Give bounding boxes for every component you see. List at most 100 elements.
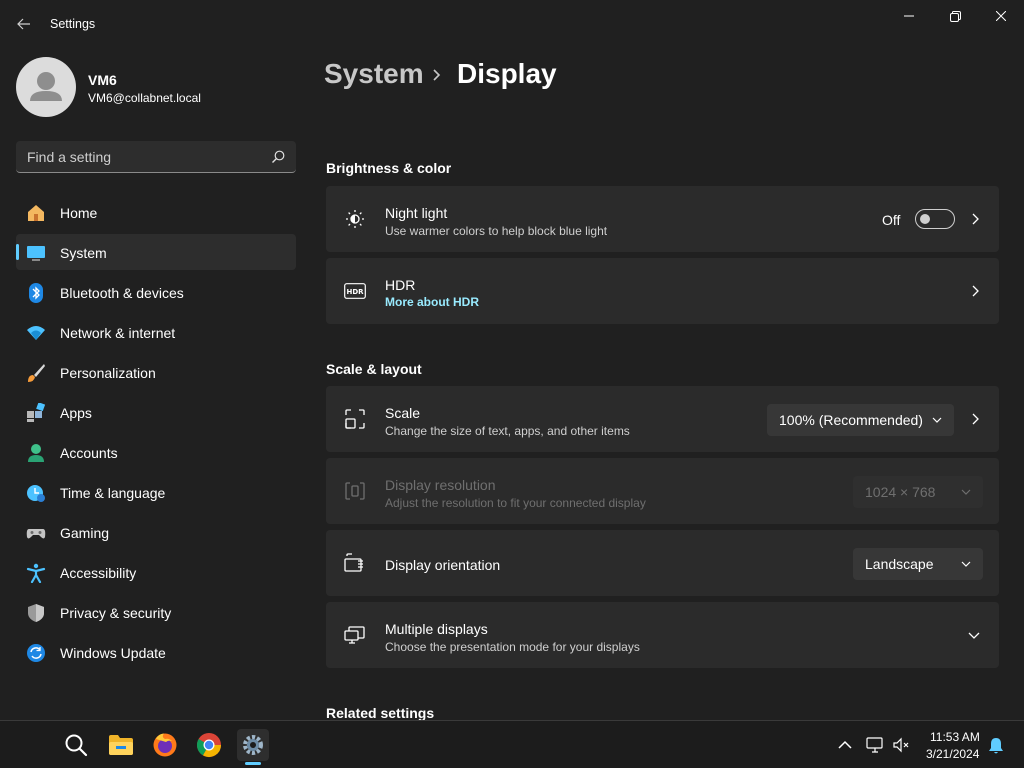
clock-date[interactable]: 3/21/2024: [926, 747, 979, 761]
sidebar-item-home[interactable]: Home: [16, 194, 296, 230]
sidebar-item-label: Bluetooth & devices: [60, 285, 184, 301]
sidebar-item-label: Accessibility: [60, 565, 137, 581]
hdr-title: HDR: [385, 277, 416, 293]
more-about-hdr-link[interactable]: More about HDR: [385, 295, 479, 309]
privacy-icon: [26, 603, 46, 623]
chevron-right-icon[interactable]: [969, 212, 981, 226]
display-orientation-card[interactable]: Display orientation Landscape: [326, 530, 999, 596]
orientation-dropdown[interactable]: Landscape: [853, 548, 983, 580]
back-button[interactable]: [10, 10, 38, 38]
network-tray-icon[interactable]: [866, 736, 884, 754]
orientation-icon: [344, 552, 366, 574]
display-resolution-title: Display resolution: [385, 477, 496, 493]
resolution-dropdown: 1024 × 768: [853, 476, 983, 508]
sidebar-item-accessibility[interactable]: Accessibility: [16, 554, 296, 590]
night-light-card[interactable]: Night light Use warmer colors to help bl…: [326, 186, 999, 252]
sidebar-item-system[interactable]: System: [16, 234, 296, 270]
sidebar-item-privacy-security[interactable]: Privacy & security: [16, 594, 296, 630]
sidebar-item-personalization[interactable]: Personalization: [16, 354, 296, 390]
hdr-card[interactable]: HDR HDR More about HDR: [326, 258, 999, 324]
sidebar-item-windows-update[interactable]: Windows Update: [16, 634, 296, 670]
sidebar-item-label: Home: [60, 205, 98, 221]
accessibility-icon: [26, 563, 46, 583]
windows-update-icon: [26, 643, 46, 663]
app-title: Settings: [50, 17, 96, 31]
display-orientation-title: Display orientation: [385, 557, 501, 573]
search-icon[interactable]: [270, 149, 286, 165]
section-heading-brightness: Brightness & color: [326, 160, 452, 176]
sidebar-item-time-language[interactable]: Time & language: [16, 474, 296, 510]
accounts-icon: [26, 443, 46, 463]
sidebar-item-label: Personalization: [60, 365, 156, 381]
system-icon: [26, 243, 46, 263]
orientation-dropdown-value: Landscape: [865, 556, 934, 572]
svg-text:HDR: HDR: [346, 288, 364, 296]
sidebar-item-accounts[interactable]: Accounts: [16, 434, 296, 470]
close-button[interactable]: [978, 0, 1024, 32]
sidebar-item-network[interactable]: Network & internet: [16, 314, 296, 350]
bluetooth-icon: [26, 283, 46, 303]
night-light-icon: [344, 208, 366, 230]
taskbar: 11:53 AM 3/21/2024: [0, 720, 1024, 768]
clock-time[interactable]: 11:53 AM: [930, 730, 980, 744]
search-input[interactable]: [16, 141, 261, 172]
multiple-displays-subtitle: Choose the presentation mode for your di…: [385, 640, 640, 654]
back-arrow-icon: [17, 18, 30, 30]
taskbar-chrome-button[interactable]: [193, 729, 225, 761]
search-box[interactable]: [16, 141, 296, 173]
night-light-subtitle: Use warmer colors to help block blue lig…: [385, 224, 608, 238]
sidebar-item-bluetooth[interactable]: Bluetooth & devices: [16, 274, 296, 310]
sidebar-item-label: Time & language: [60, 485, 166, 501]
scale-dropdown-value: 100% (Recommended): [779, 412, 923, 428]
avatar[interactable]: [16, 57, 76, 117]
chevron-right-icon[interactable]: [969, 412, 981, 426]
sidebar-item-gaming[interactable]: Gaming: [16, 514, 296, 550]
sidebar-item-label: Apps: [60, 405, 92, 421]
minimize-button[interactable]: [886, 0, 932, 32]
active-app-indicator: [245, 762, 261, 765]
sidebar-item-apps[interactable]: Apps: [16, 394, 296, 430]
chevron-down-icon[interactable]: [967, 630, 981, 642]
taskbar-search-button[interactable]: [60, 729, 92, 761]
search-icon: [65, 734, 88, 757]
scale-card[interactable]: Scale Change the size of text, apps, and…: [326, 386, 999, 452]
breadcrumb-parent[interactable]: System: [324, 58, 424, 90]
apps-icon: [26, 403, 46, 423]
sidebar-item-label: System: [60, 245, 107, 261]
resolution-dropdown-value: 1024 × 768: [865, 484, 936, 500]
sidebar-item-label: Network & internet: [60, 325, 176, 341]
chevron-down-icon: [961, 489, 971, 495]
taskbar-settings-button[interactable]: [237, 729, 269, 761]
notification-bell-icon[interactable]: [987, 737, 1005, 755]
display-resolution-card: Display resolution Adjust the resolution…: [326, 458, 999, 524]
multiple-displays-card[interactable]: Multiple displays Choose the presentatio…: [326, 602, 999, 668]
toggle-knob: [920, 214, 930, 224]
night-light-title: Night light: [385, 205, 448, 221]
night-light-toggle-label: Off: [882, 212, 901, 228]
close-icon: [996, 11, 1006, 21]
section-heading-related: Related settings: [326, 705, 435, 721]
scale-icon: [344, 408, 366, 430]
scale-subtitle: Change the size of text, apps, and other…: [385, 424, 630, 438]
multiple-displays-icon: [344, 624, 366, 646]
chevron-right-icon: [433, 69, 441, 81]
minimize-icon: [904, 15, 914, 17]
chevron-down-icon: [961, 561, 971, 567]
personalization-icon: [26, 363, 46, 383]
sidebar-nav: Home System Bluetooth & devices Network …: [16, 194, 296, 674]
chevron-right-icon[interactable]: [969, 284, 981, 298]
user-icon: [30, 72, 62, 101]
taskbar-file-explorer-button[interactable]: [105, 729, 137, 761]
user-email: VM6@collabnet.local: [88, 91, 201, 105]
file-explorer-icon: [109, 735, 133, 755]
show-hidden-icons-chevron-up-icon[interactable]: [836, 736, 854, 754]
sidebar-item-label: Accounts: [60, 445, 118, 461]
scale-dropdown[interactable]: 100% (Recommended): [767, 404, 954, 436]
display-resolution-subtitle: Adjust the resolution to fit your connec…: [385, 496, 646, 510]
maximize-button[interactable]: [932, 0, 978, 32]
user-name: VM6: [88, 72, 117, 88]
taskbar-firefox-button[interactable]: [149, 729, 181, 761]
volume-muted-icon[interactable]: [892, 736, 910, 754]
night-light-toggle[interactable]: [915, 209, 955, 229]
scale-title: Scale: [385, 405, 421, 421]
